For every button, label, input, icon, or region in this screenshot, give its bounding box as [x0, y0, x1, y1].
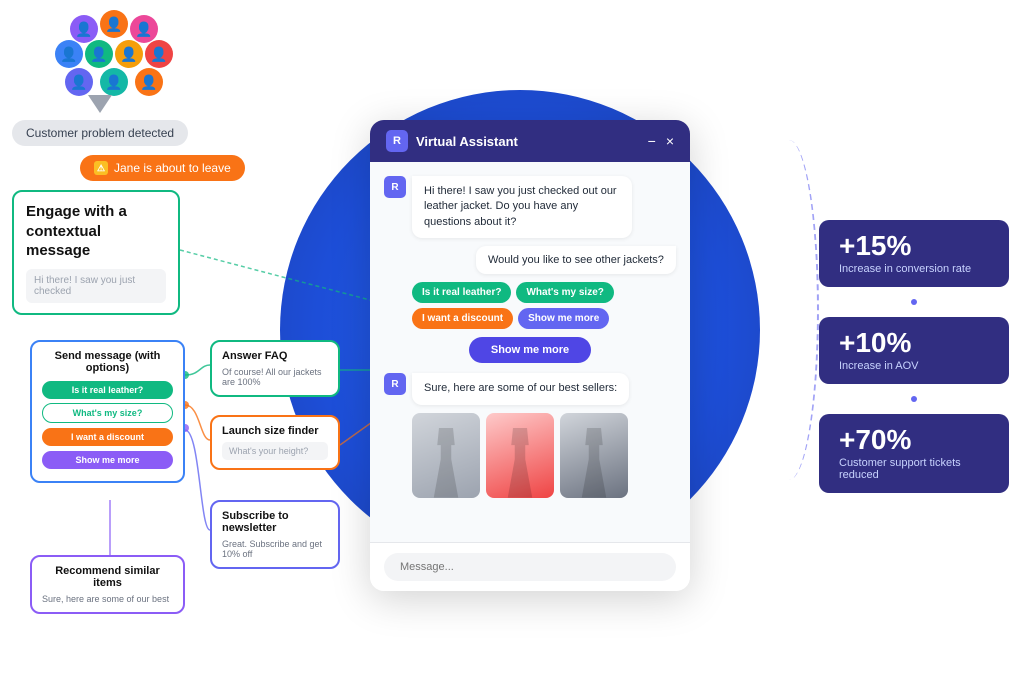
customer-problem-label: Customer problem detected	[26, 126, 174, 140]
engage-box-input: Hi there! I saw you just checked	[26, 269, 166, 303]
product-img-3	[560, 413, 628, 498]
chat-header: R Virtual Assistant − ×	[370, 120, 690, 162]
main-container: 👤 👤 👤 👤 👤 👤 👤 👤 👤 👤 Customer problem det…	[0, 0, 1024, 699]
quick-btn-size[interactable]: What's my size?	[516, 282, 613, 303]
show-more-button[interactable]: Show me more	[469, 337, 591, 363]
person-icon-9: 👤	[100, 68, 128, 96]
funnel-arrow-icon	[88, 95, 112, 113]
faq-title: Answer FAQ	[222, 350, 328, 362]
stats-container: +15% Increase in conversion rate +10% In…	[819, 220, 1009, 493]
person-icon-10: 👤	[135, 68, 163, 96]
answer-faq-box: Answer FAQ Of course! All our jackets ar…	[210, 340, 340, 397]
stat-card-support: +70% Customer support tickets reduced	[819, 414, 1009, 493]
quick-btn-more[interactable]: Show me more	[518, 308, 609, 329]
send-message-box: Send message (with options) Is it real l…	[30, 340, 185, 483]
quick-btn-discount[interactable]: I want a discount	[412, 308, 513, 329]
chat-input-area	[370, 542, 690, 591]
jane-leaving-label: Jane is about to leave	[114, 161, 231, 175]
stat-number-conversion: +15%	[839, 232, 989, 260]
customer-problem-badge: Customer problem detected	[12, 120, 188, 146]
stat-number-aov: +10%	[839, 329, 989, 357]
person-icon-6: 👤	[115, 40, 143, 68]
person-icon-8: 👤	[65, 68, 93, 96]
recommend-box: Recommend similar items Sure, here are s…	[30, 555, 185, 614]
size-finder-box: Launch size finder What's your height?	[210, 415, 340, 470]
recommend-text: Sure, here are some of our best	[42, 594, 173, 604]
engage-box-title: Engage with a contextual message	[26, 202, 166, 261]
send-message-title: Send message (with options)	[42, 350, 173, 374]
bot-msg-row-1: R Hi there! I saw you just checked out o…	[384, 176, 676, 238]
chat-body: R Hi there! I saw you just checked out o…	[370, 162, 690, 542]
option-btn-discount[interactable]: I want a discount	[42, 428, 173, 446]
engage-box: Engage with a contextual message Hi ther…	[12, 190, 180, 315]
close-button[interactable]: ×	[666, 133, 674, 149]
minimize-button[interactable]: −	[648, 133, 656, 149]
option-btn-size[interactable]: What's my size?	[42, 403, 173, 423]
subscribe-title: Subscribe to newsletter	[222, 510, 328, 534]
stat-desc-aov: Increase in AOV	[839, 360, 989, 372]
person-icon-3: 👤	[130, 15, 158, 43]
product-figure-2	[503, 428, 538, 498]
person-icon-2: 👤	[70, 15, 98, 43]
chat-window: R Virtual Assistant − × R Hi there! I sa…	[370, 120, 690, 591]
stat-desc-conversion: Increase in conversion rate	[839, 263, 989, 275]
bot-bubble-1: Hi there! I saw you just checked out our…	[412, 176, 632, 238]
person-icon-1: 👤	[100, 10, 128, 38]
bot-avatar-2: R	[384, 373, 406, 395]
product-images	[412, 413, 676, 498]
size-finder-title: Launch size finder	[222, 425, 328, 437]
product-figure-3	[577, 428, 612, 498]
recommend-title: Recommend similar items	[42, 565, 173, 589]
stat-card-conversion: +15% Increase in conversion rate	[819, 220, 1009, 287]
stat-card-aov: +10% Increase in AOV	[819, 317, 1009, 384]
chat-input[interactable]	[384, 553, 676, 581]
jane-leaving-badge: ⚠ Jane is about to leave	[80, 155, 245, 181]
bot-bubble-2: Sure, here are some of our best sellers:	[412, 373, 629, 404]
chat-header-actions: − ×	[648, 133, 674, 149]
person-icon-4: 👤	[55, 40, 83, 68]
stat-dot-2	[911, 396, 917, 402]
stat-number-support: +70%	[839, 426, 989, 454]
person-icon-5: 👤	[85, 40, 113, 68]
product-img-1	[412, 413, 480, 498]
dashed-arc-decoration	[759, 140, 819, 480]
stat-dot-1	[911, 299, 917, 305]
product-img-2	[486, 413, 554, 498]
warning-icon: ⚠	[94, 161, 108, 175]
quick-reply-buttons: Is it real leather? What's my size? I wa…	[412, 282, 676, 329]
chat-logo: R	[386, 130, 408, 152]
user-bubble-1: Would you like to see other jackets?	[476, 246, 676, 274]
quick-btn-leather[interactable]: Is it real leather?	[412, 282, 511, 303]
subscribe-box: Subscribe to newsletter Great. Subscribe…	[210, 500, 340, 569]
subscribe-text: Great. Subscribe and get 10% off	[222, 539, 328, 559]
stat-desc-support: Customer support tickets reduced	[839, 457, 989, 481]
chat-title: Virtual Assistant	[416, 134, 518, 149]
bot-msg-row-2: R Sure, here are some of our best seller…	[384, 373, 676, 404]
product-figure-1	[429, 428, 464, 498]
option-btn-more[interactable]: Show me more	[42, 451, 173, 469]
chat-header-left: R Virtual Assistant	[386, 130, 518, 152]
person-icon-7: 👤	[145, 40, 173, 68]
people-cluster: 👤 👤 👤 👤 👤 👤 👤 👤 👤 👤	[55, 10, 175, 110]
size-finder-input: What's your height?	[222, 442, 328, 460]
bot-avatar-1: R	[384, 176, 406, 198]
faq-text: Of course! All our jackets are 100%	[222, 367, 328, 387]
option-btn-leather[interactable]: Is it real leather?	[42, 381, 173, 399]
